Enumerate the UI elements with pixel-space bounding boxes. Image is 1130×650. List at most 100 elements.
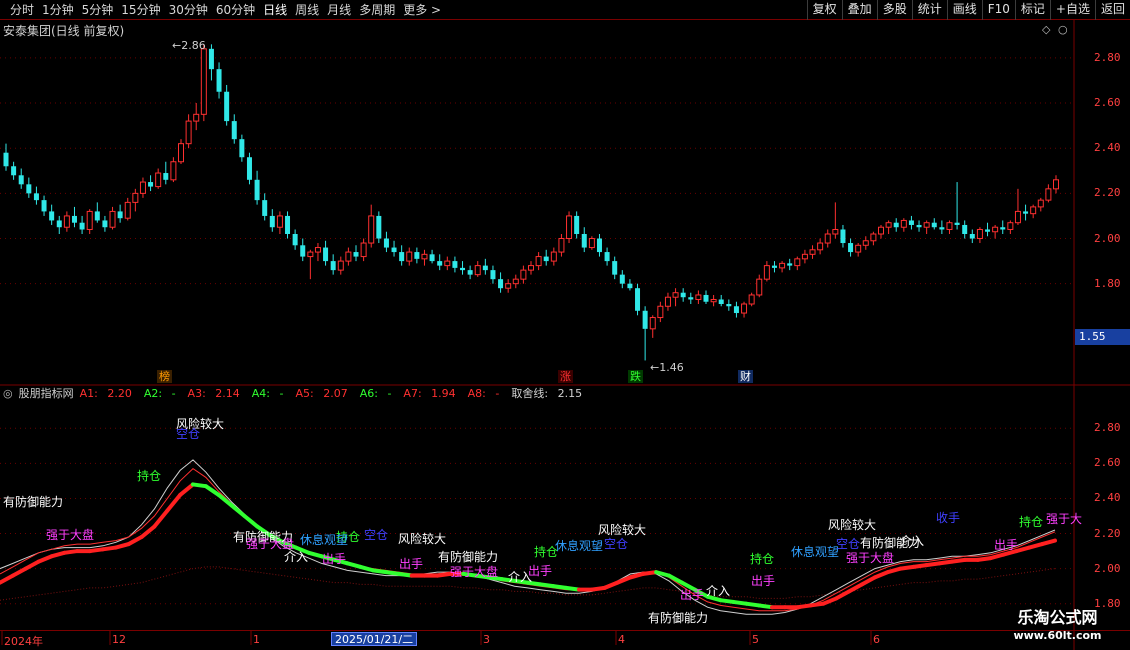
candle-body (224, 91, 230, 122)
indicator-line-a1-segment (23, 559, 41, 571)
signal-label-4: 空仓 (176, 427, 201, 441)
candle-body (323, 247, 329, 262)
signal-label-31: 强于大盘 (846, 551, 895, 565)
candle-body (528, 265, 534, 271)
candle-body (520, 269, 527, 280)
date-cursor-label: 2025/01/21/二 (331, 632, 418, 646)
indicator-number: - (168, 386, 176, 400)
candle-body (939, 227, 945, 230)
candle-body (604, 252, 610, 262)
candle-body (239, 139, 245, 158)
indicator-key: A8: (467, 386, 486, 400)
indicator-value-5: A6: - (360, 387, 398, 400)
candle-body (962, 224, 968, 234)
indicator-line-a1-segment (113, 542, 131, 550)
candle-body (498, 279, 504, 289)
signal-label-14: 有防御能力 (438, 550, 499, 564)
indicator-key: A1: (79, 386, 98, 400)
candle-body (809, 249, 816, 255)
signal-label-27: 休息观望 (791, 545, 840, 559)
indicator-number: 2.20 (103, 386, 132, 400)
indicator-line-a1-segment (139, 524, 157, 540)
indicator-axis-tick: 2.40 (1094, 491, 1121, 505)
candle-body (262, 200, 268, 216)
threshold-line-value: 取舍线: 2.15 (511, 387, 583, 400)
indicator-number: 1.94 (427, 386, 456, 400)
candle-body (535, 256, 542, 267)
indicator-settings-icon[interactable]: ◎ (3, 387, 13, 400)
current-price-tag: 1.55 (1075, 329, 1130, 345)
indicator-line-a1-segment (1040, 538, 1057, 547)
candle-body (1000, 227, 1006, 230)
event-marker-3[interactable]: 财 (738, 370, 753, 383)
indicator-number: 2.14 (211, 386, 240, 400)
candle-body (49, 211, 55, 221)
candle-body (543, 256, 549, 262)
indicator-line-a1-segment (988, 552, 1006, 561)
candle-body (695, 294, 702, 300)
candle-body (794, 258, 801, 267)
indicator-line-a1-segment (126, 535, 144, 547)
indicator-axis-tick: 2.00 (1094, 561, 1121, 575)
date-label-3: 3 (483, 633, 490, 646)
event-marker-2[interactable]: 跌 (628, 370, 643, 383)
candle-body (862, 240, 869, 246)
candle-body (414, 252, 420, 259)
candle-body (117, 211, 123, 219)
candle-body (292, 234, 298, 246)
candle-body (855, 244, 862, 253)
candle-body (33, 193, 39, 201)
candle-body (726, 304, 732, 307)
candle-body (923, 222, 930, 228)
date-label-6: 6 (873, 633, 880, 646)
indicator-line-a1-segment (49, 550, 67, 559)
indicator-line-a1-segment (229, 503, 247, 518)
candle-body (3, 152, 9, 167)
candle-body (185, 120, 192, 145)
candle-body (467, 270, 473, 275)
event-marker-0[interactable]: 榜 (157, 370, 172, 383)
candle-body (672, 292, 679, 298)
candle-body (269, 215, 275, 228)
candle-body (885, 222, 892, 228)
indicator-number: - (491, 386, 500, 400)
candle-body (756, 278, 763, 296)
main-axis-tick: 2.00 (1094, 231, 1121, 245)
candle-body (437, 261, 443, 266)
event-marker-1[interactable]: 涨 (558, 370, 573, 383)
indicator-line-a1-segment (1027, 542, 1045, 550)
candle-body (779, 262, 786, 269)
candle-body (718, 299, 724, 304)
candle-body (1007, 222, 1014, 230)
candle-body (1045, 188, 1052, 201)
candle-body (474, 265, 481, 276)
indicator-name: 股朋指标网 (18, 387, 74, 400)
signal-label-34: 出手 (994, 538, 1019, 552)
indicator-key: A5: (295, 386, 314, 400)
indicator-axis-tick: 2.20 (1094, 526, 1121, 540)
candle-body (1014, 210, 1021, 224)
candle-body (170, 161, 177, 181)
candle-body (649, 317, 656, 330)
candle-body (954, 222, 960, 225)
signal-label-13: 出手 (399, 557, 424, 571)
candle-body (1030, 206, 1037, 215)
candle-body (900, 219, 907, 228)
candle-body (200, 48, 207, 115)
candle-body (550, 251, 557, 262)
candle-body (41, 200, 47, 212)
candle-body (314, 247, 321, 253)
candle-body (574, 215, 580, 234)
candle-body (992, 226, 999, 233)
signal-label-25: 有防御能力 (648, 611, 709, 625)
candle-body (132, 192, 139, 203)
candle-body (56, 220, 62, 228)
watermark-url: www.60lt.com (1013, 629, 1102, 642)
stock-chart-window: 分时 1分钟 5分钟 15分钟 30分钟 60分钟 日线 周线 月线 多周期 更多 > 复权 叠加 多股… (0, 0, 1130, 650)
candle-body (399, 252, 405, 262)
candle-body (109, 210, 116, 228)
candle-body (985, 229, 991, 232)
candle-body (63, 215, 70, 228)
candle-body (139, 181, 146, 194)
indicator-line-a1-segment (36, 554, 54, 564)
